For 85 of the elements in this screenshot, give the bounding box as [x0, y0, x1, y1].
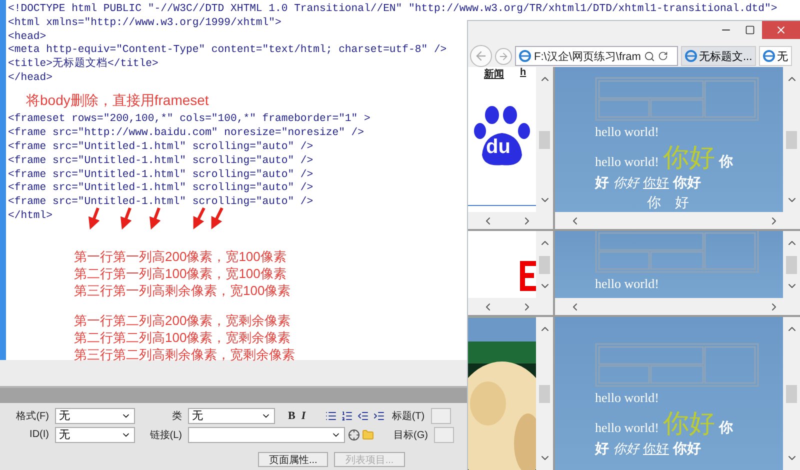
annotation-text: 第一行第一列高200像素，宽100像素 — [74, 248, 286, 265]
browser-tab[interactable]: 无标题文... — [681, 46, 756, 66]
italic-button[interactable]: I — [298, 410, 309, 422]
browser-icon — [685, 50, 697, 62]
frame-text: 你好 — [662, 143, 715, 171]
logo-fragment — [520, 261, 536, 291]
frame-text: hello world! — [595, 389, 659, 407]
annotation-text: 第一行第二列高200像素，宽剩余像素 — [74, 312, 291, 329]
arrow — [150, 207, 161, 230]
annotation-text: 第二行第一列高100像素，宽100像素 — [74, 264, 286, 282]
code-line: <meta http-equiv="Content-Type" content="text/html; charset=utf-8" /> — [8, 44, 447, 57]
bold-button[interactable]: B — [285, 410, 298, 422]
frame-text: 你好 — [673, 175, 701, 193]
browser-tab[interactable]: 无 — [759, 46, 792, 66]
scrollbar-thumb[interactable] — [539, 384, 550, 402]
arrow — [193, 207, 206, 230]
frame-text: 你 — [718, 420, 733, 438]
annotation-text: 第三行第二列高剩余像素，宽剩余像素 — [74, 346, 295, 363]
code-line: <frame src="Untitled-1.html" scrolling="auto" /> — [8, 196, 314, 210]
frame-text: 你 — [718, 154, 733, 172]
arrow — [88, 207, 100, 230]
frame-text: 你好 — [662, 409, 715, 437]
title-field[interactable] — [430, 408, 451, 424]
frame-text: 你好 — [643, 174, 669, 192]
frame-text: 好 — [595, 175, 609, 193]
frame-text: 你 好 — [647, 195, 689, 212]
target-field[interactable] — [434, 426, 454, 442]
numbered-list-icon[interactable] — [340, 410, 353, 422]
scrollbar-thumb[interactable] — [786, 256, 797, 274]
frame-text: hello world! — [595, 153, 659, 171]
browser-icon — [519, 50, 531, 62]
link-label: 链接(L) — [148, 428, 183, 442]
code-line: <frame src="Untitled-1.html" scrolling="auto" /> — [8, 168, 314, 182]
frame-text: 你好 — [613, 174, 639, 192]
outdent-icon[interactable] — [356, 410, 369, 422]
panel-button[interactable]: 页面属性... — [258, 452, 328, 467]
frame-text: 你好 — [643, 440, 669, 458]
code-line: <frame src="Untitled-1.html" scrolling="auto" /> — [8, 140, 314, 155]
annotation-text: 第二行第二列高100像素，宽剩余像素 — [74, 328, 291, 346]
frame-text: hello world! — [595, 275, 659, 293]
point-to-file-icon[interactable] — [348, 428, 360, 440]
scrollbar-thumb[interactable] — [786, 130, 797, 148]
target-label: 目标(G) — [392, 428, 429, 442]
title-label: 标题(T) — [390, 410, 426, 422]
address-text: F:\汉企\网页练习\fram — [534, 50, 641, 64]
close-icon — [775, 24, 787, 36]
code-line: </head> — [8, 72, 53, 86]
class-select[interactable]: 无 — [188, 408, 275, 424]
nav-link[interactable]: 新闻 — [484, 67, 504, 81]
code-line: <frame src="Untitled-1.html" scrolling="auto" /> — [8, 182, 314, 196]
annotation-text: 将body删除，直接用frameset — [25, 90, 209, 110]
code-line: <!DOCTYPE html PUBLIC "-//W3C//DTD XHTML 1.0 Transitional//EN" "http://www.w3.org/TR/xhtml1/DTD/xhtml1-transitional.dtd"> — [8, 3, 778, 17]
id-select[interactable]: 无 — [55, 426, 135, 442]
forward-arrow-icon — [498, 50, 509, 62]
code-line: <frameset rows="200,100,*" cols="100,*" frameborder="1" > — [8, 113, 370, 127]
annotation-text: 第三行第一列高剩余像素，宽100像素 — [74, 282, 291, 299]
frame-text: 好 — [595, 441, 609, 459]
arrow — [120, 207, 132, 230]
address-field[interactable]: F:\汉企\网页练习\fram — [515, 46, 678, 66]
scrollbar-thumb[interactable] — [539, 256, 550, 274]
indent-icon[interactable] — [372, 410, 385, 422]
format-label: 格式(F) — [15, 410, 50, 422]
browser-icon — [763, 50, 776, 62]
nav-link[interactable]: h — [520, 67, 526, 81]
logo-text: du — [486, 137, 510, 157]
close-button[interactable] — [762, 21, 800, 39]
arrow — [211, 207, 224, 230]
scrollbar-thumb[interactable] — [786, 384, 797, 402]
id-label: ID(I) — [28, 429, 50, 440]
code-line: <html xmlns="http://www.w3.org/1999/xhtml"> — [8, 16, 282, 31]
frame-text: 你好 — [613, 440, 639, 458]
class-label: 类 — [171, 410, 183, 422]
code-line: </html> — [8, 210, 53, 224]
code-line: <head> — [8, 30, 46, 44]
code-line: <frame src="Untitled-1.html" scrolling="auto" /> — [8, 154, 314, 169]
refresh-icon[interactable] — [658, 51, 668, 61]
frame-text: hello world! — [595, 123, 659, 141]
search-icon[interactable] — [644, 50, 655, 62]
frame-text: 你好 — [673, 441, 701, 459]
format-select[interactable]: 无 — [55, 408, 135, 424]
scrollbar-thumb[interactable] — [539, 130, 550, 148]
frame-text: hello world! — [595, 419, 659, 437]
code-line: <title>无标题文档</title> — [8, 58, 158, 72]
code-line: <frame src="http://www.baidu.com" noresize="noresize" /> — [8, 127, 364, 141]
maximize-icon — [745, 25, 755, 35]
